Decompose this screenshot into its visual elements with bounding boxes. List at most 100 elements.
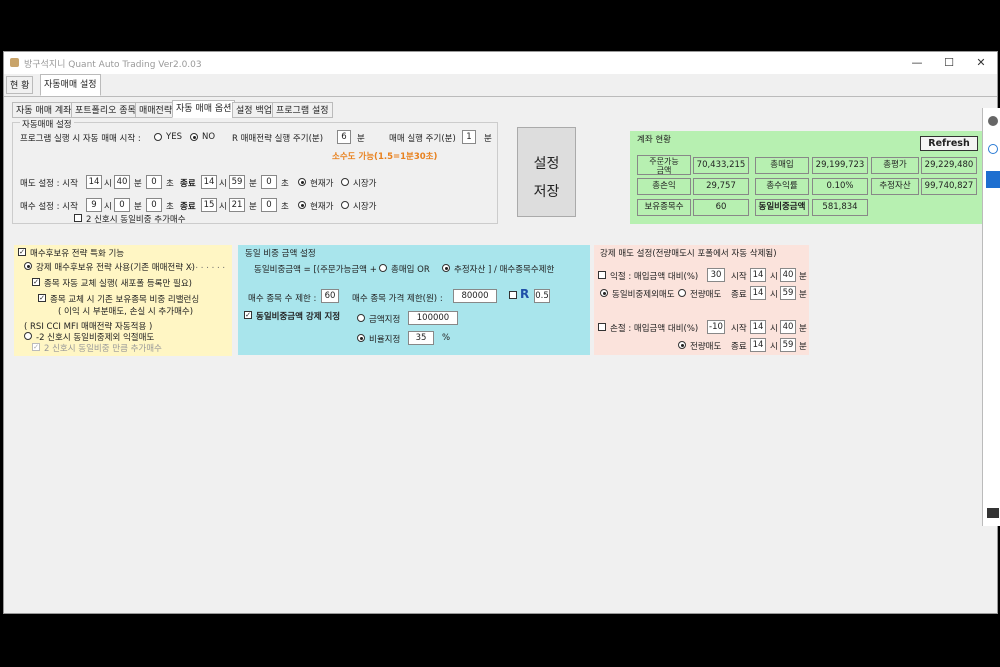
trade-period-input[interactable]: 1: [462, 130, 476, 144]
unit-minute: 분: [249, 202, 257, 212]
buy-current-price-label: 현재가: [310, 202, 334, 212]
strategy-title: 매수후보유 전략 특화 기능: [30, 249, 125, 259]
sell-end-label: 종료: [180, 179, 196, 189]
save-settings-button[interactable]: 설정 저장: [517, 127, 576, 217]
equal-weight-title: 동일 비중 금액 설정: [245, 249, 316, 259]
price-limit-input[interactable]: 80000: [453, 289, 497, 303]
buy-start-minute[interactable]: 0: [114, 198, 130, 212]
sell-end-minute[interactable]: 59: [229, 175, 245, 189]
unit-hour: 시: [770, 290, 778, 300]
buy-end-second[interactable]: 0: [261, 198, 277, 212]
unit-minute: 분: [799, 324, 807, 334]
ratio-unit: %: [442, 333, 451, 343]
close-button[interactable]: ✕: [966, 52, 996, 74]
tab-status[interactable]: 현 황: [6, 76, 34, 94]
stop-loss-checkbox[interactable]: [598, 323, 606, 331]
r-value-input[interactable]: 0.5: [534, 289, 550, 303]
take-profit-end-minute[interactable]: 59: [780, 286, 796, 300]
sell-start-minute[interactable]: 40: [114, 175, 130, 189]
subtab-auto-account[interactable]: 자동 매매 계좌: [12, 102, 76, 118]
rebalance-checkbox[interactable]: ✓: [38, 294, 46, 302]
scroll-icon: [988, 116, 998, 126]
amount-mode-radio[interactable]: [357, 314, 365, 322]
profit-exclude-equal-radio[interactable]: [600, 289, 608, 297]
buy-current-price-radio[interactable]: [298, 201, 306, 209]
account-value-orderable: 70,433,215: [693, 157, 749, 174]
app-icon: [10, 58, 19, 67]
buy-start-second[interactable]: 0: [146, 198, 162, 212]
sell-end-hour[interactable]: 14: [201, 175, 217, 189]
subtab-auto-options[interactable]: 자동 매매 옵션: [172, 100, 236, 118]
sell-end-second[interactable]: 0: [261, 175, 277, 189]
r-period-input[interactable]: 6: [337, 130, 351, 144]
stop-loss-end-hour[interactable]: 14: [750, 338, 766, 352]
sell-current-price-radio[interactable]: [298, 178, 306, 186]
app-window: 방구석지니 Quant Auto Trading Ver2.0.03 — ☐ ✕…: [3, 51, 998, 614]
subtab-program-settings[interactable]: 프로그램 설정: [272, 102, 333, 118]
account-key-equal-weight: 동일비중금액: [755, 199, 809, 216]
tab-auto-trade-settings[interactable]: 자동매매 설정: [40, 74, 101, 96]
unit-minute: 분: [134, 202, 142, 212]
auto-replace-label: 종목 자동 교체 실행( 새포폴 등록만 필요): [44, 279, 192, 289]
take-profit-start-minute[interactable]: 40: [780, 268, 796, 282]
amount-input[interactable]: 100000: [408, 311, 458, 325]
account-title: 계좌 현황: [637, 135, 671, 145]
account-key-return: 총수익률: [755, 178, 809, 195]
ratio-input[interactable]: 35: [408, 331, 434, 345]
profit-sell-all-radio[interactable]: [678, 289, 686, 297]
force-buyhold-radio[interactable]: [24, 262, 32, 270]
minimize-button[interactable]: —: [902, 52, 932, 74]
sell-setting-label: 매도 설정 : 시작: [20, 179, 78, 189]
sell-market-price-radio[interactable]: [341, 178, 349, 186]
subtab-backup[interactable]: 설정 백업: [232, 102, 276, 118]
unit-minute: 분: [134, 179, 142, 189]
buy-start-hour[interactable]: 9: [86, 198, 102, 212]
force-weight-checkbox[interactable]: ✓: [244, 311, 252, 319]
buy-count-limit-input[interactable]: 60: [321, 289, 339, 303]
est-assets-radio[interactable]: [442, 264, 450, 272]
stop-loss-start-minute[interactable]: 40: [780, 320, 796, 334]
stop-loss-start-hour[interactable]: 14: [750, 320, 766, 334]
second-signal-buy-checkbox[interactable]: [74, 214, 82, 222]
take-profit-end-hour[interactable]: 14: [750, 286, 766, 300]
stop-loss-input[interactable]: -10: [707, 320, 725, 334]
buy-market-price-radio[interactable]: [341, 201, 349, 209]
strategy-enable-checkbox[interactable]: ✓: [18, 248, 26, 256]
unit-minute: 분: [799, 342, 807, 352]
unit-hour: 시: [770, 324, 778, 334]
subtab-strategy[interactable]: 매매전략: [135, 102, 177, 118]
auto-replace-checkbox[interactable]: ✓: [32, 278, 40, 286]
trade-period-label: 매매 실행 주기(분): [389, 134, 456, 144]
sell-start-hour[interactable]: 14: [86, 175, 102, 189]
maximize-button[interactable]: ☐: [934, 52, 964, 74]
decimal-note: 소수도 가능(1.5=1분30초): [332, 152, 438, 162]
stop-loss-end-minute[interactable]: 59: [780, 338, 796, 352]
refresh-icon: [988, 144, 998, 154]
auto-start-yes-radio[interactable]: [154, 133, 162, 141]
ratio-mode-radio[interactable]: [357, 334, 365, 342]
trade-period-unit: 분: [484, 134, 492, 144]
minus2-profit-radio[interactable]: [24, 332, 32, 340]
take-profit-start-hour[interactable]: 14: [750, 268, 766, 282]
unit-second: 초: [166, 179, 174, 189]
loss-sell-all-radio[interactable]: [678, 341, 686, 349]
unit-hour: 시: [770, 272, 778, 282]
take-profit-input[interactable]: 30: [707, 268, 725, 282]
total-buy-radio[interactable]: [379, 264, 387, 272]
sell-start-second[interactable]: 0: [146, 175, 162, 189]
buy-count-limit-label: 매수 종목 수 제한 :: [248, 294, 317, 304]
signal2-add-checkbox[interactable]: ✓: [32, 343, 40, 351]
buy-setting-label: 매수 설정 : 시작: [20, 202, 78, 212]
stop-loss-start-label: 시작: [731, 324, 747, 334]
stop-loss-end-label: 종료: [731, 342, 747, 352]
buy-end-hour[interactable]: 15: [201, 198, 217, 212]
unit-second: 초: [281, 202, 289, 212]
take-profit-checkbox[interactable]: [598, 271, 606, 279]
buy-end-minute[interactable]: 21: [229, 198, 245, 212]
refresh-button[interactable]: Refresh: [920, 136, 978, 151]
account-key-orderable: 주문가능 금액: [637, 155, 691, 175]
auto-start-no-radio[interactable]: [190, 133, 198, 141]
r-checkbox[interactable]: [509, 291, 517, 299]
subtab-portfolio[interactable]: 포트폴리오 종목: [71, 102, 140, 118]
account-value-total-eval: 29,229,480: [921, 157, 977, 174]
